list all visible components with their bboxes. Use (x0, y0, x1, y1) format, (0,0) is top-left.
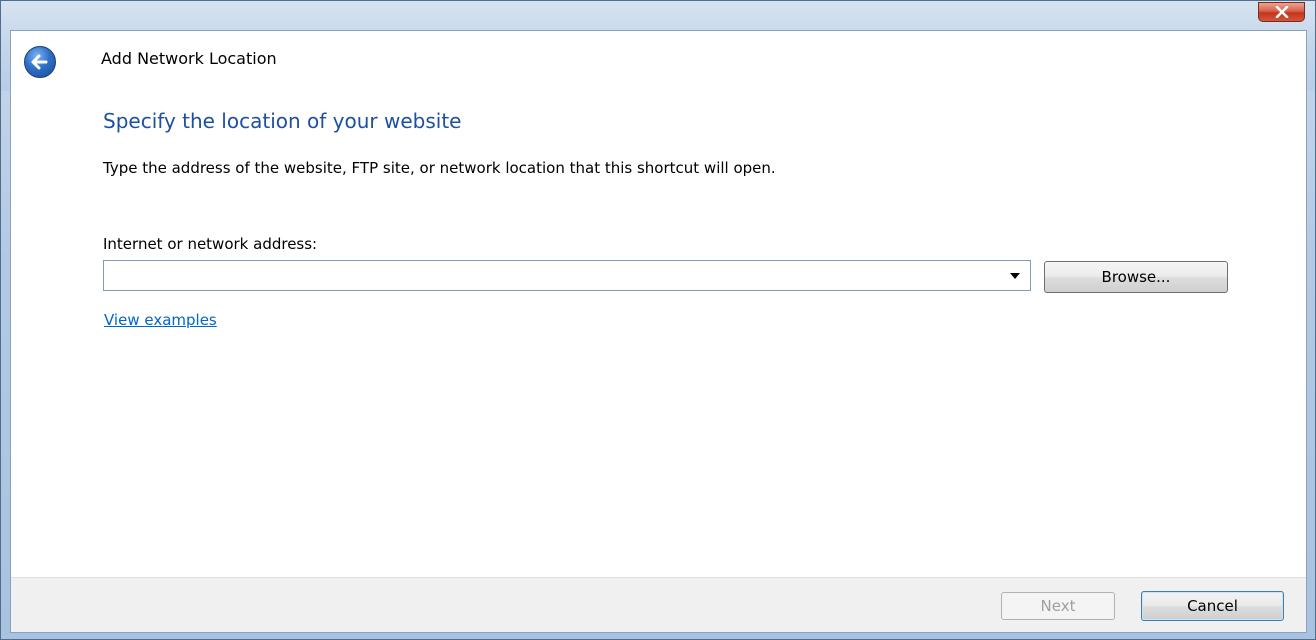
address-label: Internet or network address: (103, 235, 318, 253)
back-arrow-icon (31, 54, 48, 70)
close-button[interactable] (1258, 2, 1305, 22)
chevron-down-icon[interactable] (1008, 270, 1022, 282)
address-combobox[interactable] (103, 260, 1031, 291)
page-heading: Specify the location of your website (103, 109, 462, 133)
browse-button[interactable]: Browse... (1044, 261, 1228, 293)
wizard-client-area: Add Network Location Specify the locatio… (10, 30, 1307, 633)
add-network-location-window: Add Network Location Specify the locatio… (0, 0, 1316, 640)
view-examples-link[interactable]: View examples (104, 311, 217, 329)
close-icon (1275, 6, 1288, 18)
window-title: Add Network Location (101, 49, 277, 68)
next-button[interactable]: Next (1001, 592, 1115, 620)
wizard-header: Add Network Location (11, 31, 1306, 87)
cancel-button[interactable]: Cancel (1141, 591, 1284, 621)
back-button[interactable] (24, 46, 56, 78)
instruction-text: Type the address of the website, FTP sit… (103, 159, 776, 177)
address-input[interactable] (104, 261, 994, 290)
wizard-footer: Next Cancel (11, 577, 1306, 632)
